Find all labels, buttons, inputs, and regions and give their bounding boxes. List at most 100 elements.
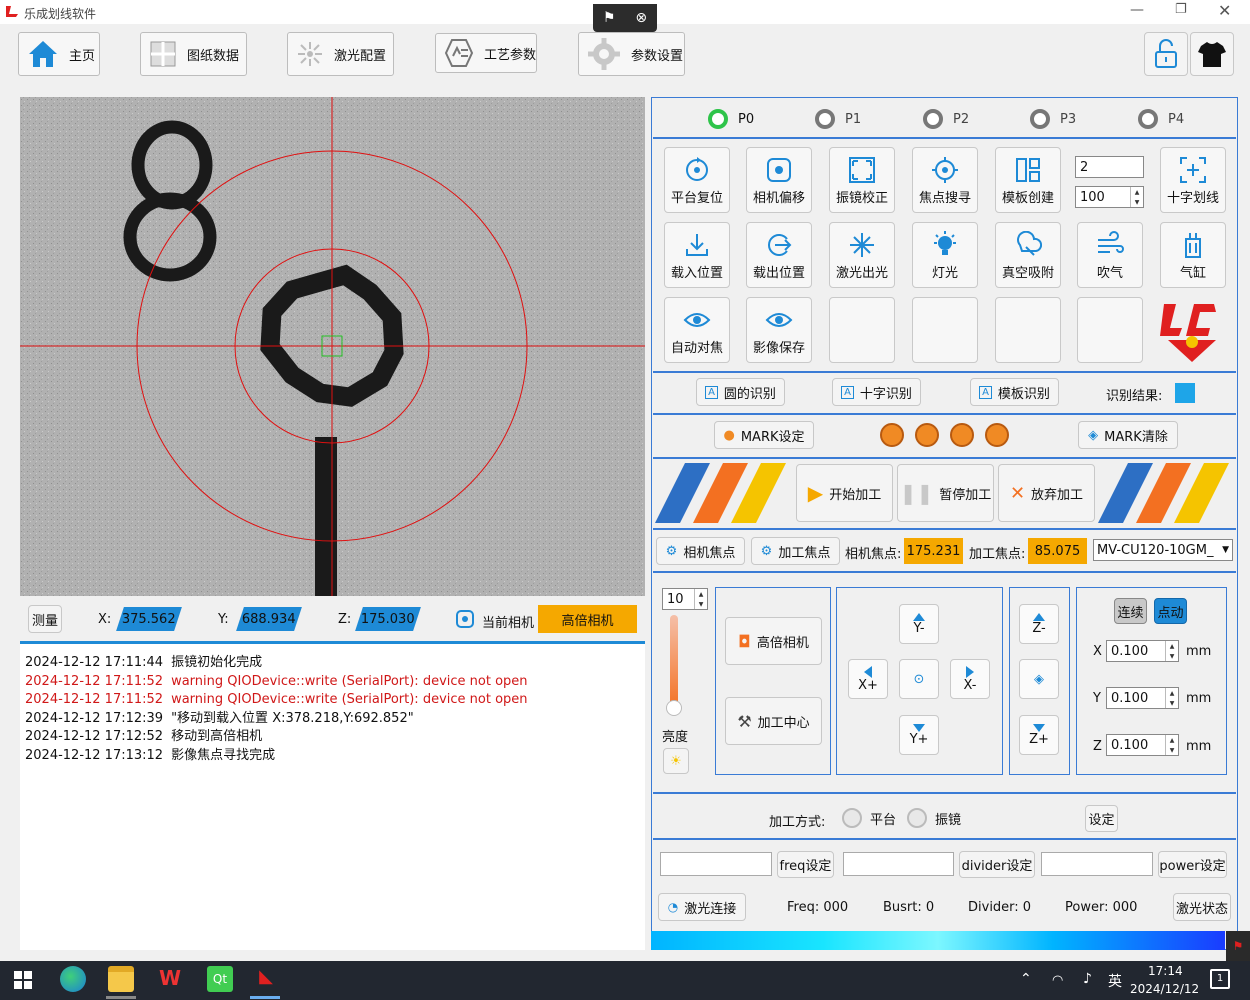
- theme-button[interactable]: [1190, 32, 1234, 76]
- divider-input[interactable]: [843, 852, 954, 876]
- brightness-slider[interactable]: [670, 615, 678, 710]
- focus-search-button[interactable]: 焦点搜寻: [912, 147, 978, 213]
- param-spin-bottom[interactable]: 100 ▲ ▼: [1075, 186, 1144, 208]
- vacuum-button[interactable]: 真空吸附: [995, 222, 1061, 288]
- auto-focus-button[interactable]: 自动对焦: [664, 297, 730, 363]
- xy-stop-button[interactable]: ⊙: [899, 659, 939, 699]
- template-recognition-button[interactable]: A 模板识别: [970, 378, 1059, 406]
- corner-flag-icon[interactable]: ⚑: [1226, 931, 1250, 961]
- template-create-button[interactable]: 模板创建: [995, 147, 1061, 213]
- cylinder-button[interactable]: 气缸: [1160, 222, 1226, 288]
- x-step-input[interactable]: 0.100 ▲ ▼: [1106, 640, 1179, 662]
- file-explorer-icon[interactable]: [108, 966, 134, 992]
- x-minus-button[interactable]: X-: [950, 659, 990, 699]
- measure-button[interactable]: 测量: [28, 605, 62, 633]
- freq-input[interactable]: [660, 852, 772, 876]
- start-process-button[interactable]: ▶ 开始加工: [796, 464, 893, 522]
- input-language[interactable]: 英: [1108, 971, 1122, 991]
- camera-view[interactable]: [20, 97, 645, 596]
- empty-slot[interactable]: [1077, 297, 1143, 363]
- spin-arrows-icon[interactable]: ▲ ▼: [1165, 688, 1178, 708]
- power-input[interactable]: [1041, 852, 1153, 876]
- position-tab-p2[interactable]: P2: [923, 109, 969, 129]
- mark-clear-button[interactable]: ◈ MARK清除: [1078, 421, 1178, 449]
- image-save-button[interactable]: 影像保存: [746, 297, 812, 363]
- spin-arrows-icon[interactable]: ▲ ▼: [1165, 641, 1178, 661]
- x-plus-button[interactable]: X+: [848, 659, 888, 699]
- pin-icon[interactable]: ⚑: [603, 10, 616, 26]
- brightness-button[interactable]: ☀: [663, 748, 689, 774]
- pause-process-button[interactable]: ❚❚ 暂停加工: [897, 464, 994, 522]
- volume-icon[interactable]: ♪: [1083, 971, 1092, 987]
- chevron-up-icon[interactable]: ⌃: [1020, 971, 1032, 987]
- empty-slot[interactable]: [912, 297, 978, 363]
- taskbar-date[interactable]: 2024/12/12: [1130, 982, 1199, 996]
- y-plus-button[interactable]: Y+: [899, 715, 939, 755]
- galvo-radio[interactable]: 振镜: [907, 808, 961, 828]
- home-button[interactable]: 主页: [18, 32, 100, 76]
- blow-button[interactable]: 吹气: [1077, 222, 1143, 288]
- z-step-input[interactable]: 0.100 ▲ ▼: [1106, 734, 1179, 756]
- divider-set-button[interactable]: divider设定: [959, 851, 1035, 878]
- app-taskbar-icon[interactable]: ◣: [253, 966, 279, 992]
- position-tab-p4[interactable]: P4: [1138, 109, 1184, 129]
- lock-button[interactable]: [1144, 32, 1188, 76]
- laser-connect-button[interactable]: ◔ 激光连接: [658, 893, 746, 921]
- y-minus-button[interactable]: Y-: [899, 604, 939, 644]
- position-tab-p3[interactable]: P3: [1030, 109, 1076, 129]
- capture-toolbar[interactable]: ⚑ ⊗: [593, 4, 657, 32]
- mode-set-button[interactable]: 设定: [1085, 805, 1118, 832]
- camera-offset-button[interactable]: 相机偏移: [746, 147, 812, 213]
- z-plus-button[interactable]: Z+: [1019, 715, 1059, 755]
- wps-office-icon[interactable]: W: [157, 966, 183, 992]
- abort-process-button[interactable]: ✕ 放弃加工: [998, 464, 1095, 522]
- camera-focus-button[interactable]: ⚙ 相机焦点: [656, 537, 745, 565]
- power-set-button[interactable]: power设定: [1158, 851, 1227, 878]
- position-tab-p1[interactable]: P1: [815, 109, 861, 129]
- laser-state-button[interactable]: 激光状态: [1173, 893, 1231, 921]
- param-settings-button[interactable]: 参数设置: [578, 32, 685, 76]
- platform-radio[interactable]: 平台: [842, 808, 896, 828]
- unload-position-button[interactable]: 载出位置: [746, 222, 812, 288]
- notification-icon[interactable]: 1: [1210, 969, 1230, 989]
- process-focus-button[interactable]: ⚙ 加工焦点: [751, 537, 840, 565]
- circle-recognition-button[interactable]: A 圆的识别: [696, 378, 785, 406]
- brightness-slider-handle[interactable]: [666, 700, 682, 716]
- high-camera-button[interactable]: ◘ 高倍相机: [725, 617, 822, 665]
- load-position-button[interactable]: 载入位置: [664, 222, 730, 288]
- param-spin-top[interactable]: 2: [1075, 156, 1144, 178]
- drawing-data-button[interactable]: 图纸数据: [140, 32, 247, 76]
- spin-arrows-icon[interactable]: ▲ ▼: [1165, 735, 1178, 755]
- laser-config-button[interactable]: 激光配置: [287, 32, 394, 76]
- light-button[interactable]: 灯光: [912, 222, 978, 288]
- camera-model-select[interactable]: MV-CU120-10GM_ ▼: [1093, 539, 1233, 561]
- restore-button[interactable]: ❐: [1175, 2, 1187, 17]
- spin-arrows-icon[interactable]: ▲ ▼: [1130, 187, 1143, 207]
- taskbar-time[interactable]: 17:14: [1148, 964, 1183, 978]
- qt-creator-icon[interactable]: Qt: [207, 966, 233, 992]
- platform-reset-button[interactable]: 平台复位: [664, 147, 730, 213]
- minimize-button[interactable]: —: [1130, 2, 1144, 18]
- freq-set-button[interactable]: freq设定: [777, 851, 834, 878]
- z-reset-button[interactable]: ◈: [1019, 659, 1059, 699]
- jog-mode-button[interactable]: 点动: [1154, 598, 1187, 624]
- close-window-button[interactable]: ✕: [1218, 1, 1231, 20]
- y-step-input[interactable]: 0.100 ▲ ▼: [1106, 687, 1179, 709]
- edge-browser-icon[interactable]: [60, 966, 86, 992]
- cross-recognition-button[interactable]: A 十字识别: [832, 378, 921, 406]
- mark-set-button[interactable]: ● MARK设定: [714, 421, 814, 449]
- continuous-mode-button[interactable]: 连续: [1114, 598, 1147, 624]
- laser-out-button[interactable]: 激光出光: [829, 222, 895, 288]
- wifi-icon[interactable]: ◠: [1052, 973, 1063, 988]
- start-icon[interactable]: [14, 971, 32, 993]
- empty-slot[interactable]: [829, 297, 895, 363]
- spin-arrows-icon[interactable]: ▲ ▼: [694, 589, 707, 609]
- process-params-button[interactable]: 工艺参数: [435, 33, 537, 73]
- empty-slot[interactable]: [995, 297, 1061, 363]
- process-center-button[interactable]: ⚒ 加工中心: [725, 697, 822, 745]
- position-tab-p0[interactable]: P0: [708, 109, 754, 129]
- z-minus-button[interactable]: Z-: [1019, 604, 1059, 644]
- brightness-spin[interactable]: 10 ▲ ▼: [662, 588, 708, 610]
- galvo-calib-button[interactable]: 振镜校正: [829, 147, 895, 213]
- close-capture-icon[interactable]: ⊗: [635, 10, 647, 26]
